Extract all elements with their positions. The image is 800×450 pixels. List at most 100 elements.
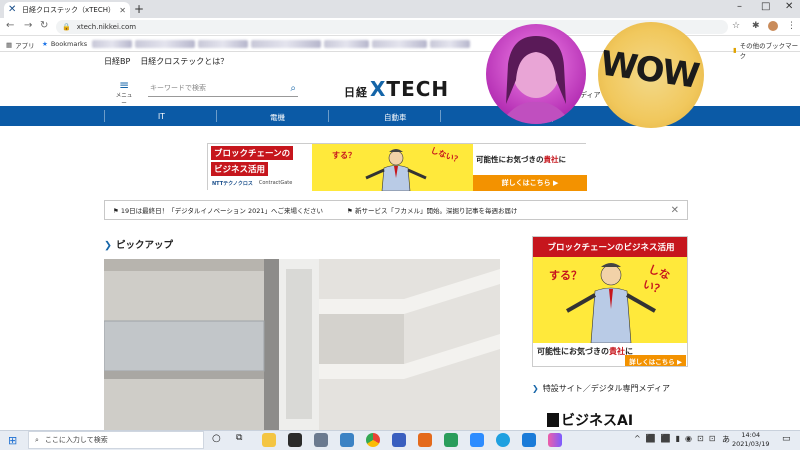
sponsor-contractgate: ContractGate — [258, 180, 293, 186]
banner-line-1: ブロックチェーンの — [211, 146, 294, 160]
task-view-icon[interactable]: ⧉ — [236, 433, 242, 443]
flag-icon: ⚑ — [113, 207, 121, 215]
webcam-bubble-wow: WOW — [598, 22, 704, 128]
logo-x: X — [370, 77, 387, 101]
app-icon-3[interactable] — [314, 433, 328, 447]
side-ad-tagline-b: 貴社 — [609, 347, 625, 356]
pickup-title: ピックアップ — [115, 240, 173, 251]
minimize-button[interactable]: – — [737, 1, 742, 12]
zoom-icon[interactable] — [470, 433, 484, 447]
app-icon-v[interactable] — [444, 433, 458, 447]
special-sites-title: 特設サイト／デジタル専門メディア — [542, 384, 670, 393]
site-top-links: 日経BP 日経クロステックとは？ — [104, 56, 228, 67]
banner-headline: ブロックチェーンの ビジネス活用 NTTテクノクロス ContractGate — [208, 144, 312, 191]
close-window-button[interactable]: ✕ — [785, 1, 793, 12]
url-text: xtech.nikkei.com — [76, 23, 137, 31]
banner-tagline-b: 貴社 — [543, 155, 559, 164]
side-ad-footer: 可能性にお気づきの貴社に 詳しくはこちら ▶ — [533, 343, 687, 366]
banner-illustration: する？ しない？ — [312, 144, 473, 191]
back-icon[interactable]: ← — [6, 20, 14, 31]
top-banner-ad[interactable]: ブロックチェーンの ビジネス活用 NTTテクノクロス ContractGate … — [207, 143, 587, 191]
clock-date: 2021/03/19 — [732, 440, 770, 448]
nav-divider — [216, 110, 217, 122]
system-tray-icons[interactable]: ^⬛⬛▮◉⊡⊡ — [634, 434, 720, 443]
close-tab-icon[interactable]: ✕ — [119, 6, 126, 15]
app-icon-12[interactable] — [548, 433, 562, 447]
chevron-right-icon: ❯ — [104, 240, 112, 251]
side-banner-ad[interactable]: ブロックチェーンのビジネス活用 する？ しない？ 可能性にお気づきの貴社に 詳し… — [532, 236, 688, 367]
xtech-favicon-icon: ✕ — [8, 4, 17, 15]
notification-icon[interactable]: ▭ — [782, 434, 791, 444]
apps-shortcut[interactable]: ▦ アプリ — [6, 40, 35, 50]
pickup-article-image[interactable] — [104, 259, 500, 430]
business-ai-mark-icon — [547, 413, 559, 427]
folder-icon: ▮ — [733, 46, 737, 54]
chevron-right-icon: ❯ — [532, 384, 539, 393]
nav-item-jidosha[interactable]: 自動車 — [384, 112, 407, 123]
chrome-icon[interactable] — [366, 433, 380, 447]
search-placeholder: キーワードで検索 — [150, 84, 206, 92]
file-explorer-icon[interactable] — [262, 433, 276, 447]
blurred-bookmarks — [92, 40, 470, 48]
ime-indicator[interactable]: あ — [722, 434, 730, 445]
maximize-button[interactable]: □ — [761, 1, 770, 12]
app-icon-4[interactable] — [340, 433, 354, 447]
bookmarks-folder[interactable]: ★ Bookmarks — [42, 40, 87, 48]
reload-icon[interactable]: ↻ — [40, 20, 48, 31]
banner-cta-area: 可能性にお気づきの貴社に 詳しくはこちら ▶ — [473, 144, 587, 191]
pickup-heading: ❯ ピックアップ — [104, 237, 173, 251]
windows-start-icon[interactable]: ⊞ — [8, 434, 17, 447]
menu-button[interactable]: ≡ メニュー — [114, 79, 134, 107]
edge-icon[interactable] — [496, 433, 510, 447]
browser-tab[interactable]: ✕ 日経クロステック（xTECH） ✕ — [4, 2, 130, 18]
site-logo[interactable]: 日経 XTECH — [344, 77, 449, 101]
about-xtech-link[interactable]: 日経クロステックとは？ — [140, 56, 228, 67]
bookmark-star-icon[interactable]: ☆ — [732, 21, 740, 31]
notice-close-icon[interactable]: ✕ — [671, 205, 679, 216]
app-icon-11[interactable] — [522, 433, 536, 447]
other-bookmarks-label: その他のブックマーク — [739, 42, 799, 60]
store-icon[interactable] — [288, 433, 302, 447]
side-businessman-illustration — [566, 263, 656, 343]
businessman-illustration — [365, 149, 427, 191]
notice-item-2[interactable]: ⚑ 新サービス「フカメル」開始。深掘り記事を毎週お届け — [347, 205, 517, 215]
banner-cta-button[interactable]: 詳しくはこちら ▶ — [473, 175, 587, 191]
search-input[interactable]: キーワードで検索 ⌕ — [148, 80, 298, 97]
notice-text-1: 19日は最終日！「デジタルイノベーション 2021」へご来場ください — [120, 207, 324, 215]
search-icon[interactable]: ⌕ — [290, 83, 296, 94]
side-ad-header: ブロックチェーンのビジネス活用 — [533, 237, 687, 257]
star-icon: ★ — [42, 40, 48, 48]
forward-icon[interactable]: → — [24, 20, 32, 31]
chrome-menu-icon[interactable]: ⋮ — [787, 21, 796, 31]
special-sites-heading: ❯ 特設サイト／デジタル専門メディア — [532, 383, 670, 394]
search-icon: ⌕ — [35, 435, 39, 444]
taskbar-clock[interactable]: 14:04 2021/03/19 — [732, 431, 769, 449]
nav-divider — [440, 110, 441, 122]
profile-avatar[interactable] — [768, 21, 778, 31]
tab-title: 日経クロステック（xTECH） — [22, 6, 115, 14]
office-icon[interactable] — [418, 433, 432, 447]
side-ad-tagline-a: 可能性にお気づきの — [537, 347, 609, 356]
nav-item-it[interactable]: IT — [158, 112, 165, 121]
other-bookmarks[interactable]: ▮ その他のブックマーク — [733, 40, 800, 60]
cortana-icon[interactable]: ○ — [212, 433, 221, 444]
lock-icon: 🔒 — [62, 23, 71, 31]
notice-bar: ⚑ 19日は最終日！「デジタルイノベーション 2021」へご来場ください ⚑ 新… — [104, 200, 688, 220]
nav-item-denki[interactable]: 電機 — [270, 112, 285, 123]
extensions-icon[interactable]: ✱ — [752, 21, 760, 31]
nav-divider — [328, 110, 329, 122]
nav-divider — [104, 110, 105, 122]
new-tab-button[interactable]: + — [134, 2, 144, 16]
taskbar-search-input[interactable]: ⌕ ここに入力して検索 — [28, 431, 204, 449]
banner-tagline-a: 可能性にお気づきの — [476, 155, 544, 164]
menu-label: メニュー — [115, 93, 133, 107]
notice-item-1[interactable]: ⚑ 19日は最終日！「デジタルイノベーション 2021」へご来場ください — [113, 205, 323, 215]
clock-time: 14:04 — [741, 431, 761, 439]
partial-link-2: ディア — [580, 91, 601, 99]
notice-text-2: 新サービス「フカメル」開始。深掘り記事を毎週お届け — [354, 207, 518, 215]
side-ad-cta[interactable]: 詳しくはこちら ▶ — [625, 355, 686, 366]
business-ai-logo[interactable]: ビジネスAI — [547, 410, 633, 430]
app-icon-6[interactable] — [392, 433, 406, 447]
nikkeibp-link[interactable]: 日経BP — [104, 56, 130, 67]
apps-label: アプリ — [15, 42, 35, 50]
